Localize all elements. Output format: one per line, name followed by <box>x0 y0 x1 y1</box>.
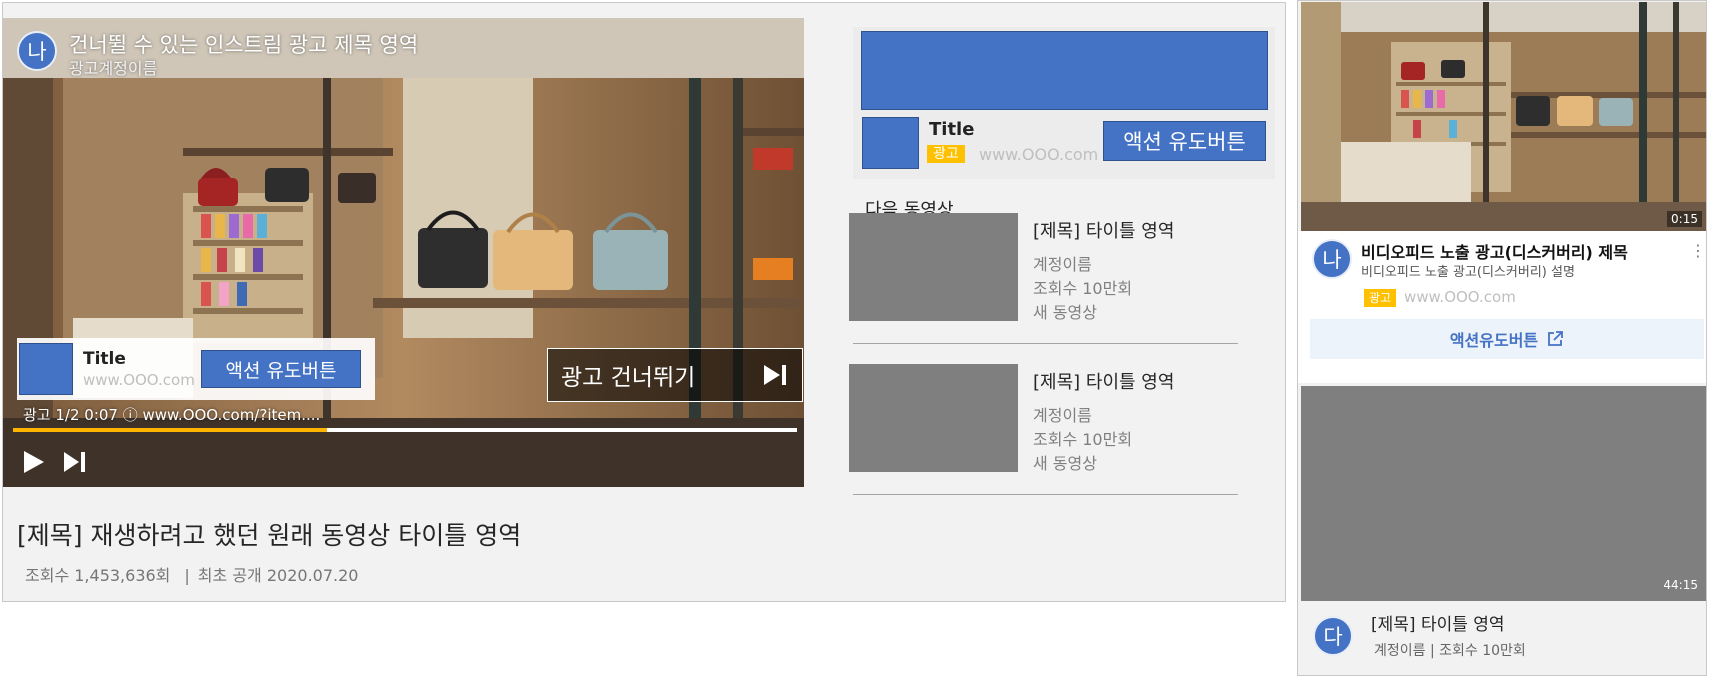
ad-header-text: 건너뛸 수 있는 인스트림 광고 제목 영역 광고계정이름 <box>69 31 418 79</box>
ad-progress-fill <box>13 428 327 432</box>
discovery-ad-card[interactable]: 나 비디오피드 노출 광고(디스커버리) 제목 비디오피드 노출 광고(디스커버… <box>1298 231 1706 383</box>
cta-label: 액션유도버튼 <box>1449 331 1539 350</box>
discovery-ad-url[interactable]: www.OOO.com <box>1404 288 1516 306</box>
up-next-account: 계정이름 <box>1033 255 1092 274</box>
desktop-watch-page: 나 건너뛸 수 있는 인스트림 광고 제목 영역 광고계정이름 Title ww… <box>2 2 1286 602</box>
companion-thumbnail[interactable] <box>862 117 919 169</box>
ad-header: 나 건너뛸 수 있는 인스트림 광고 제목 영역 광고계정이름 <box>17 31 418 79</box>
skip-next-icon <box>762 363 802 387</box>
up-next-item[interactable]: [제목] 타이틀 영역 계정이름 조회수 10만회 새 동영상 <box>849 213 1239 363</box>
play-icon[interactable] <box>23 450 45 478</box>
up-next-thumbnail[interactable] <box>849 364 1018 472</box>
ad-account-name[interactable]: 광고계정이름 <box>69 59 418 79</box>
video-duration: 0:15 <box>1667 211 1702 227</box>
overlay-thumbnail[interactable] <box>19 343 73 395</box>
up-next-thumbnail[interactable] <box>849 213 1018 321</box>
up-next-tag: 새 동영상 <box>1033 303 1097 322</box>
up-next-title[interactable]: [제목] 타이틀 영역 <box>1033 368 1174 394</box>
discovery-ad-description: 비디오피드 노출 광고(디스커버리) 설명 <box>1361 265 1575 280</box>
up-next-title[interactable]: [제목] 타이틀 영역 <box>1033 217 1174 243</box>
meta-separator: | <box>184 566 190 585</box>
up-next-views: 조회수 10만회 <box>1033 430 1133 449</box>
companion-cta-button[interactable]: 액션 유도버튼 <box>1103 121 1266 161</box>
next-video-meta: 계정이름 | 조회수 10만회 <box>1374 643 1526 659</box>
ad-title[interactable]: 건너뛸 수 있는 인스트림 광고 제목 영역 <box>69 31 418 59</box>
publish-date: 최초 공개 2020.07.20 <box>197 566 359 585</box>
ad-badge: 광고 <box>927 145 965 163</box>
next-video-thumbnail[interactable]: 44:15 <box>1301 386 1706 601</box>
up-next-views: 조회수 10만회 <box>1033 279 1133 298</box>
video-meta: 조회수 1,453,636회 | 최초 공개 2020.07.20 <box>25 562 358 586</box>
discovery-ad-title[interactable]: 비디오피드 노출 광고(디스커버리) 제목 <box>1361 239 1628 263</box>
up-next-meta: 계정이름 조회수 10만회 새 동영상 <box>1033 404 1132 476</box>
advertiser-avatar[interactable]: 나 <box>17 31 57 71</box>
ad-info-text[interactable]: 광고 1/2 0:07 ⓘ www.OOO.com/?item.... <box>23 404 320 425</box>
mobile-feed: 0:15 나 비디오피드 노출 광고(디스커버리) 제목 비디오피드 노출 광고… <box>1297 0 1707 676</box>
mobile-ad-video[interactable]: 0:15 <box>1301 2 1706 231</box>
companion-title[interactable]: Title <box>929 119 974 140</box>
up-next-meta: 계정이름 조회수 10만회 새 동영상 <box>1033 253 1132 325</box>
video-title: [제목] 재생하려고 했던 원래 동영상 타이틀 영역 <box>17 521 522 550</box>
up-next-account: 계정이름 <box>1033 406 1092 425</box>
ad-overlay-card[interactable]: Title www.OOO.com 액션 유도버튼 <box>17 338 375 400</box>
skip-next-icon[interactable] <box>63 450 87 478</box>
skip-ad-button[interactable]: 광고 건너뛰기 <box>547 348 803 402</box>
overlay-cta-button[interactable]: 액션 유도버튼 <box>201 350 361 388</box>
video-player[interactable]: 나 건너뛸 수 있는 인스트림 광고 제목 영역 광고계정이름 Title ww… <box>3 18 804 487</box>
external-link-icon <box>1546 330 1564 348</box>
advertiser-avatar[interactable]: 나 <box>1312 239 1352 279</box>
channel-avatar[interactable]: 다 <box>1313 616 1353 656</box>
companion-ad[interactable]: Title 광고 www.OOO.com 액션 유도버튼 <box>853 27 1275 179</box>
overlay-url[interactable]: www.OOO.com <box>83 370 201 390</box>
next-video-title[interactable]: [제목] 타이틀 영역 <box>1371 610 1505 635</box>
discovery-cta-button[interactable]: 액션유도버튼 <box>1310 319 1704 359</box>
companion-url[interactable]: www.OOO.com <box>979 145 1098 164</box>
overlay-text: Title www.OOO.com <box>83 348 201 390</box>
divider <box>853 494 1238 495</box>
more-options-icon[interactable]: ⋮ <box>1690 241 1706 260</box>
up-next-tag: 새 동영상 <box>1033 454 1097 473</box>
store-scene-image <box>1301 2 1706 231</box>
ad-badge: 광고 <box>1364 289 1397 307</box>
overlay-title[interactable]: Title <box>83 348 201 370</box>
divider <box>853 343 1238 344</box>
view-count: 조회수 1,453,636회 <box>25 566 171 585</box>
companion-banner-image[interactable] <box>861 31 1268 110</box>
skip-ad-label: 광고 건너뛰기 <box>561 365 696 391</box>
up-next-item[interactable]: [제목] 타이틀 영역 계정이름 조회수 10만회 새 동영상 <box>849 364 1239 514</box>
ad-progress-bar[interactable] <box>13 428 797 432</box>
video-duration: 44:15 <box>1663 578 1698 592</box>
